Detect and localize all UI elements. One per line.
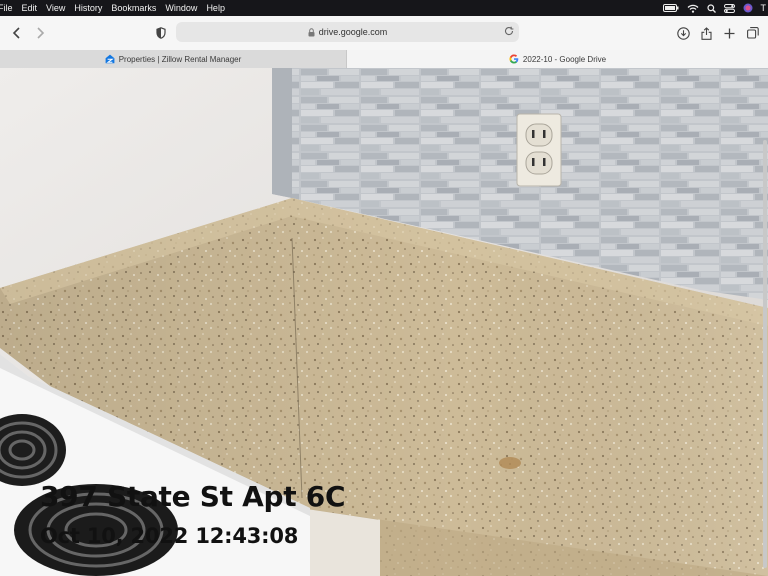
new-tab-button[interactable] — [719, 23, 739, 43]
control-center-icon[interactable] — [723, 3, 735, 13]
menu-bar: File Edit View History Bookmarks Window … — [0, 0, 768, 16]
downloads-icon — [676, 26, 690, 40]
tab-label: 2022-10 - Google Drive — [522, 54, 607, 64]
power-outlet — [516, 113, 562, 187]
menu-edit[interactable]: Edit — [22, 0, 47, 16]
clock-fragment[interactable]: T — [761, 3, 767, 13]
google-icon — [509, 54, 519, 64]
reload-icon[interactable] — [503, 25, 515, 37]
lock-icon — [308, 27, 315, 36]
back-icon — [12, 27, 20, 39]
tab-google-drive[interactable]: 2022-10 - Google Drive — [347, 50, 768, 68]
menu-help[interactable]: Help — [206, 0, 234, 16]
menu-history[interactable]: History — [74, 0, 111, 16]
menu-window[interactable]: Window — [165, 0, 206, 16]
scrollbar-thumb[interactable] — [763, 140, 767, 568]
back-button[interactable] — [7, 23, 27, 43]
menu-file[interactable]: File — [0, 0, 22, 16]
privacy-shield-icon — [156, 27, 166, 39]
new-tab-icon — [724, 28, 734, 38]
tab-bar: Properties | Zillow Rental Manager 2022-… — [0, 50, 768, 69]
siri-icon[interactable] — [743, 3, 753, 13]
tab-label: Properties | Zillow Rental Manager — [118, 54, 242, 64]
menu-bookmarks[interactable]: Bookmarks — [111, 0, 165, 16]
forward-button[interactable] — [30, 23, 50, 43]
forward-icon — [37, 27, 45, 39]
tab-overview-icon — [747, 27, 759, 39]
menu-view[interactable]: View — [46, 0, 74, 16]
kitchen-photo: 397 State St Apt 6C Oct 10, 2022 12:43:0… — [0, 68, 768, 576]
downloads-button[interactable] — [673, 23, 693, 43]
wifi-icon[interactable] — [687, 4, 699, 13]
tab-overview-button[interactable] — [743, 23, 763, 43]
address-bar[interactable]: drive.google.com — [176, 22, 519, 42]
browser-toolbar: drive.google.com — [0, 16, 768, 51]
vertical-scrollbar[interactable] — [762, 140, 768, 570]
share-icon — [700, 26, 712, 40]
zillow-icon — [105, 54, 115, 64]
privacy-report-button[interactable] — [151, 23, 171, 43]
address-text: drive.google.com — [318, 27, 388, 37]
photo-caption-address: 397 State St Apt 6C — [40, 480, 346, 513]
spotlight-icon[interactable] — [706, 3, 716, 13]
photo-caption-timestamp: Oct 10, 2022 12:43:08 — [40, 524, 299, 548]
tab-zillow[interactable]: Properties | Zillow Rental Manager — [0, 50, 347, 68]
share-button[interactable] — [696, 23, 716, 43]
battery-icon[interactable] — [662, 4, 679, 12]
